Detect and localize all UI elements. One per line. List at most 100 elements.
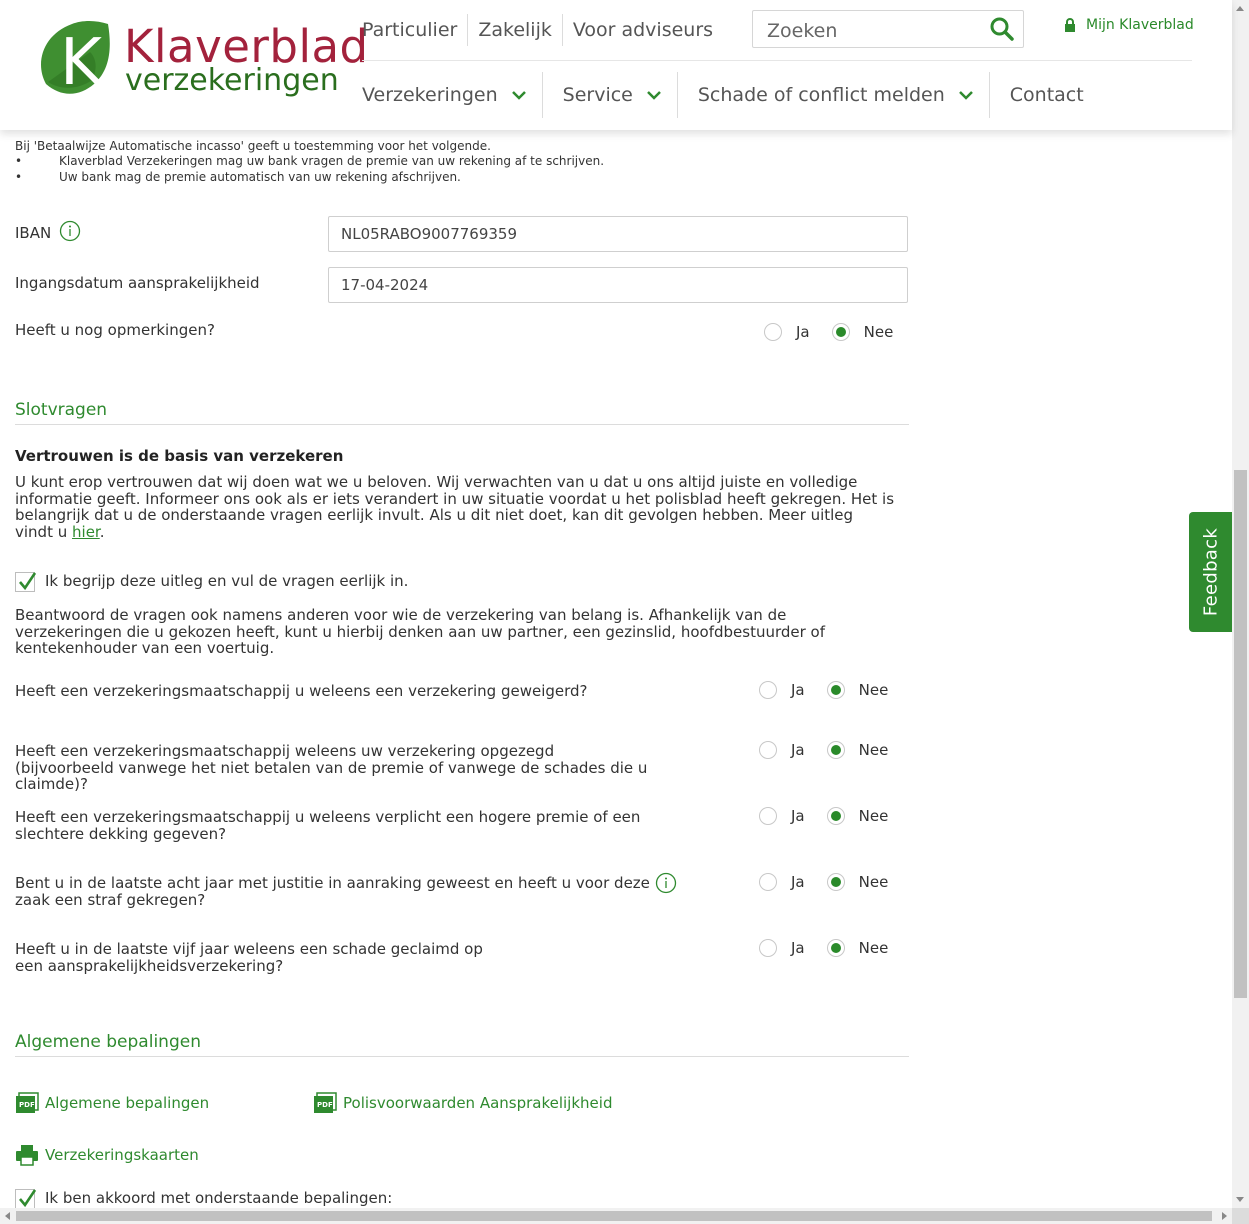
chevron-down-icon — [646, 90, 661, 100]
radio-ja[interactable] — [759, 741, 777, 759]
radio-ja[interactable] — [759, 873, 777, 891]
radio-ja-label: Ja — [791, 807, 805, 825]
search-box — [752, 10, 1024, 48]
trust-intro-end: . — [99, 522, 105, 541]
radio-nee-label: Nee — [858, 807, 889, 825]
horizontal-scrollbar[interactable] — [0, 1208, 1249, 1224]
scroll-right-arrow-icon[interactable] — [1222, 1212, 1227, 1220]
radio-ja-label: Ja — [791, 939, 805, 957]
feedback-tab[interactable]: Feedback — [1189, 512, 1232, 632]
vertical-scrollbar[interactable] — [1232, 0, 1249, 1208]
section-title-slotvragen: Slotvragen — [15, 400, 108, 420]
radio-ja[interactable] — [759, 681, 777, 699]
ingangsdatum-label: Ingangsdatum aansprakelijkheid — [15, 274, 260, 292]
topnav-voor-adviseurs[interactable]: Voor adviseurs — [563, 14, 723, 46]
info-icon[interactable] — [655, 872, 677, 894]
mijn-klaverblad-link[interactable]: Mijn Klaverblad — [1064, 17, 1194, 33]
question-text: Bent u in de laatste acht jaar met justi… — [15, 874, 650, 909]
meer-uitleg-link[interactable]: hier — [72, 523, 100, 541]
algemene-bepalingen-link[interactable]: PDF Algemene bepalingen — [15, 1092, 209, 1114]
logo-name-line2: verzekeringen — [125, 63, 339, 98]
mainnav-label: Service — [562, 84, 633, 106]
bullet-marker: • — [15, 170, 23, 184]
radio-ja-label: Ja — [796, 323, 810, 341]
confirm-checkbox[interactable] — [15, 572, 37, 592]
incasso-intro: Bij 'Betaalwijze Automatische incasso' g… — [15, 139, 491, 153]
chevron-down-icon — [958, 90, 973, 100]
scroll-up-arrow-icon[interactable] — [1236, 6, 1244, 11]
info-icon[interactable] — [59, 220, 81, 242]
klaverblad-logo[interactable]: K Klaverblad verzekeringen — [38, 14, 368, 104]
question-radio-group: Ja Nee — [759, 873, 910, 891]
radio-nee-label: Nee — [858, 681, 889, 699]
scroll-down-arrow-icon[interactable] — [1236, 1197, 1244, 1202]
verzekeringskaarten-link[interactable]: Verzekeringskaarten — [15, 1144, 199, 1166]
scrollbar-corner — [1232, 1208, 1249, 1224]
link-label: Verzekeringskaarten — [45, 1146, 199, 1164]
mainnav-contact[interactable]: Contact — [990, 72, 1094, 118]
confirm-label: Ik begrijp deze uitleg en vul de vragen … — [45, 572, 409, 590]
agree-label: Ik ben akkoord met onderstaande bepaling… — [45, 1189, 393, 1207]
radio-nee-label: Nee — [858, 741, 889, 759]
search-input[interactable] — [765, 17, 984, 45]
radio-ja-label: Ja — [791, 681, 805, 699]
section-title-bepalingen: Algemene bepalingen — [15, 1032, 201, 1052]
section-divider — [15, 1056, 909, 1057]
mainnav-label: Schade of conflict melden — [697, 84, 945, 106]
radio-ja-label: Ja — [791, 741, 805, 759]
radio-ja[interactable] — [759, 807, 777, 825]
opmerkingen-label: Heeft u nog opmerkingen? — [15, 321, 215, 339]
topnav-particulier[interactable]: Particulier — [352, 14, 469, 46]
link-label: Polisvoorwaarden Aansprakelijkheid — [343, 1094, 613, 1112]
chevron-down-icon — [511, 90, 526, 100]
question-text: Heeft u in de laatste vijf jaar weleens … — [15, 940, 483, 975]
radio-nee-label: Nee — [863, 323, 894, 341]
radio-nee[interactable] — [831, 323, 850, 341]
trust-heading: Vertrouwen is de basis van verzekeren — [15, 447, 344, 465]
radio-ja[interactable] — [759, 939, 777, 957]
radio-nee[interactable] — [826, 873, 845, 891]
radio-nee[interactable] — [826, 939, 845, 957]
search-icon[interactable] — [989, 16, 1015, 42]
scroll-left-arrow-icon[interactable] — [5, 1212, 10, 1220]
vertical-scroll-thumb[interactable] — [1234, 470, 1247, 998]
mainnav-label: Verzekeringen — [362, 84, 498, 106]
svg-text:K: K — [60, 26, 104, 100]
iban-label: IBAN — [15, 224, 52, 242]
topnav-zakelijk[interactable]: Zakelijk — [468, 14, 563, 46]
radio-nee-label: Nee — [858, 939, 889, 957]
printer-icon — [16, 1145, 38, 1166]
mainnav-service[interactable]: Service — [543, 72, 678, 118]
mainnav-schade-melden[interactable]: Schade of conflict melden — [678, 72, 990, 118]
ingangsdatum-field[interactable]: 17-04-2024 — [328, 267, 908, 303]
checkmark-icon — [19, 1189, 37, 1208]
question-radio-group: Ja Nee — [759, 741, 910, 759]
pdf-badge: PDF — [19, 1101, 35, 1109]
polisvoorwaarden-link[interactable]: PDF Polisvoorwaarden Aansprakelijkheid — [313, 1092, 612, 1114]
radio-nee[interactable] — [826, 741, 845, 759]
horizontal-scroll-thumb[interactable] — [16, 1211, 1212, 1221]
feedback-label: Feedback — [1200, 527, 1221, 617]
main-navigation: Verzekeringen Service Schade of conflict… — [352, 72, 1094, 118]
lock-icon — [1065, 18, 1075, 32]
trust-intro-text: U kunt erop vertrouwen dat wij doen wat … — [15, 473, 895, 541]
incasso-bullet: Klaverblad Verzekeringen mag uw bank vra… — [59, 154, 605, 168]
pdf-badge: PDF — [317, 1101, 333, 1109]
agree-checkbox[interactable] — [15, 1189, 37, 1209]
pdf-icon: PDF — [16, 1092, 39, 1113]
checkmark-icon — [19, 572, 37, 591]
radio-ja-label: Ja — [791, 873, 805, 891]
mainnav-label: Contact — [1009, 84, 1084, 106]
link-label: Algemene bepalingen — [45, 1094, 210, 1112]
mainnav-verzekeringen[interactable]: Verzekeringen — [352, 72, 543, 118]
bullet-marker: • — [15, 154, 23, 168]
radio-nee[interactable] — [826, 681, 845, 699]
section-divider — [15, 424, 909, 425]
iban-field[interactable]: NL05RABO9007769359 — [328, 216, 908, 252]
site-header: K Klaverblad verzekeringen Particulier Z… — [0, 0, 1232, 130]
radio-ja[interactable] — [764, 323, 782, 341]
pdf-icon: PDF — [314, 1092, 337, 1113]
top-navigation: Particulier Zakelijk Voor adviseurs — [352, 14, 723, 46]
question-radio-group: Ja Nee — [759, 807, 910, 825]
radio-nee[interactable] — [826, 807, 845, 825]
